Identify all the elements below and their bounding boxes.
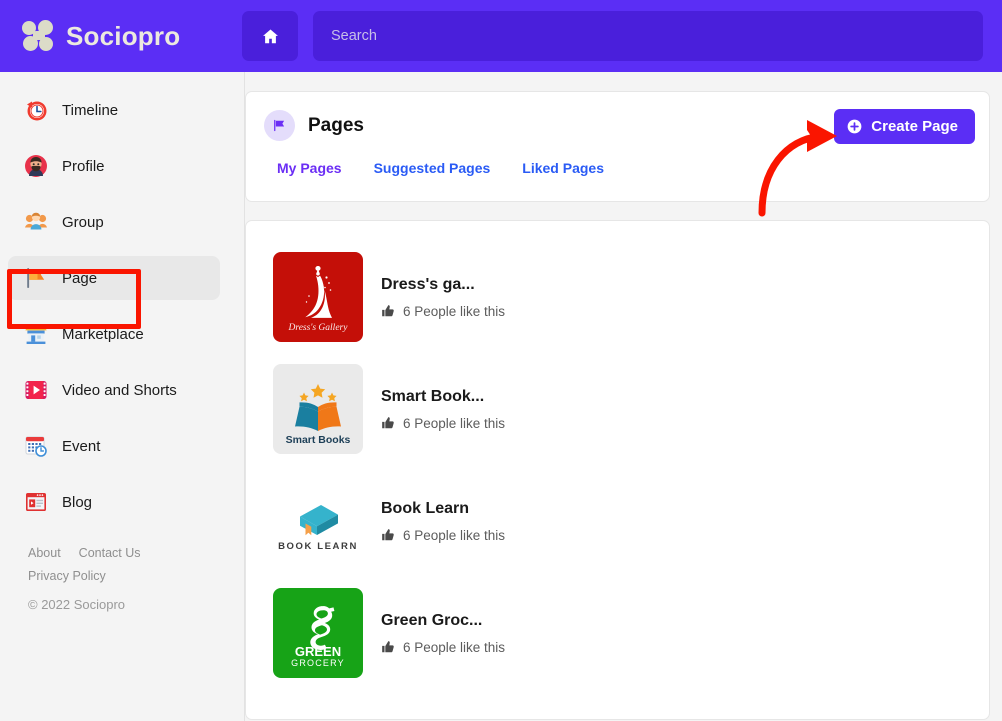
blog-window-icon [24,490,48,514]
page-info: Green Groc... 6 People like this [381,612,505,655]
page-name: Smart Book... [381,388,505,406]
svg-text:GROCERY: GROCERY [291,658,345,668]
sidebar-label: Timeline [62,102,118,119]
sidebar-label: Video and Shorts [62,382,177,399]
sidebar-label: Group [62,214,104,231]
page-name: Green Groc... [381,612,505,630]
page-likes: 6 People like this [381,416,505,431]
svg-text:Dress's Gallery: Dress's Gallery [288,323,349,333]
green-grocery-logo-icon: GREEN GROCERY [273,588,363,678]
thumbs-up-icon [381,640,395,654]
page-likes-text: 6 People like this [403,416,505,431]
dress-gallery-logo-icon: Dress's Gallery [273,252,363,342]
pages-list-card: Dress's Gallery Dress's ga... 6 People l… [245,220,990,720]
create-page-button[interactable]: Create Page [834,109,975,144]
sidebar-item-timeline[interactable]: Timeline [8,88,220,132]
home-button[interactable] [242,11,298,61]
left-sidebar: Timeline Profile [0,72,245,721]
tab-suggested-pages[interactable]: Suggested Pages [374,160,491,176]
footer-link-privacy-policy[interactable]: Privacy Policy [28,569,106,583]
sidebar-label: Profile [62,158,105,175]
page-title: Pages [308,115,364,137]
sidebar-label: Event [62,438,100,455]
list-item[interactable]: GREEN GROCERY Green Groc... 6 People lik… [246,577,989,689]
sidebar-label: Marketplace [62,326,144,343]
search-input[interactable] [313,28,983,44]
home-icon [261,27,280,46]
sidebar-label: Page [62,270,97,287]
book-learn-logo-icon: BOOK LEARN [273,476,363,566]
plus-circle-icon [847,119,862,134]
svg-text:Smart Books: Smart Books [286,434,351,446]
brand-name: Sociopro [66,21,180,52]
group-people-icon [24,210,48,234]
page-likes: 6 People like this [381,640,505,655]
list-item[interactable]: BOOK LEARN Book Learn 6 People like this [246,465,989,577]
tab-my-pages[interactable]: My Pages [277,160,342,176]
sidebar-footer-links: About Contact Us Privacy Policy [28,546,244,583]
pages-tab-bar: My Pages Suggested Pages Liked Pages [246,141,989,176]
svg-text:BOOK LEARN: BOOK LEARN [278,541,358,552]
sidebar-item-group[interactable]: Group [8,200,220,244]
page-info: Book Learn 6 People like this [381,500,505,543]
sidebar-item-marketplace[interactable]: Marketplace [8,312,220,356]
page-info: Smart Book... 6 People like this [381,388,505,431]
list-item[interactable]: Smart Books Smart Book... 6 People like … [246,353,989,465]
footer-link-contact-us[interactable]: Contact Us [79,546,141,560]
svg-text:GREEN: GREEN [295,644,341,659]
page-name: Dress's ga... [381,276,505,294]
page-name: Book Learn [381,500,505,518]
purple-flag-icon [264,110,295,141]
copyright-text: © 2022 Sociopro [28,597,244,612]
sidebar-item-profile[interactable]: Profile [8,144,220,188]
thumbs-up-icon [381,304,395,318]
create-page-label: Create Page [871,118,958,135]
sidebar-label: Blog [62,494,92,511]
sidebar-item-page[interactable]: Page [8,256,220,300]
profile-avatar-icon [24,154,48,178]
video-play-icon [24,378,48,402]
sidebar-item-video-and-shorts[interactable]: Video and Shorts [8,368,220,412]
thumbs-up-icon [381,528,395,542]
smart-books-logo-icon: Smart Books [273,364,363,454]
list-item[interactable]: Dress's Gallery Dress's ga... 6 People l… [246,241,989,353]
footer-link-about[interactable]: About [28,546,61,560]
sociopro-circles-logo-icon [22,20,56,52]
page-likes: 6 People like this [381,528,505,543]
thumbs-up-icon [381,416,395,430]
page-info: Dress's ga... 6 People like this [381,276,505,319]
clock-timeline-icon [24,98,48,122]
search-field-wrapper[interactable] [313,11,983,61]
sidebar-item-event[interactable]: Event [8,424,220,468]
brand-logo[interactable]: Sociopro [22,20,227,52]
page-likes-text: 6 People like this [403,304,505,319]
page-likes: 6 People like this [381,304,505,319]
page-likes-text: 6 People like this [403,640,505,655]
sidebar-item-blog[interactable]: Blog [8,480,220,524]
pages-header-card: Pages My Pages Suggested Pages Liked Pag… [245,91,990,202]
tab-liked-pages[interactable]: Liked Pages [522,160,604,176]
top-header-bar: Sociopro [0,0,1002,72]
storefront-icon [24,322,48,346]
sociopro-app-window: Sociopro Timeline [0,0,1002,721]
calendar-clock-icon [24,434,48,458]
page-likes-text: 6 People like this [403,528,505,543]
orange-flag-icon [24,266,48,290]
main-content-area: Pages My Pages Suggested Pages Liked Pag… [245,72,1002,721]
